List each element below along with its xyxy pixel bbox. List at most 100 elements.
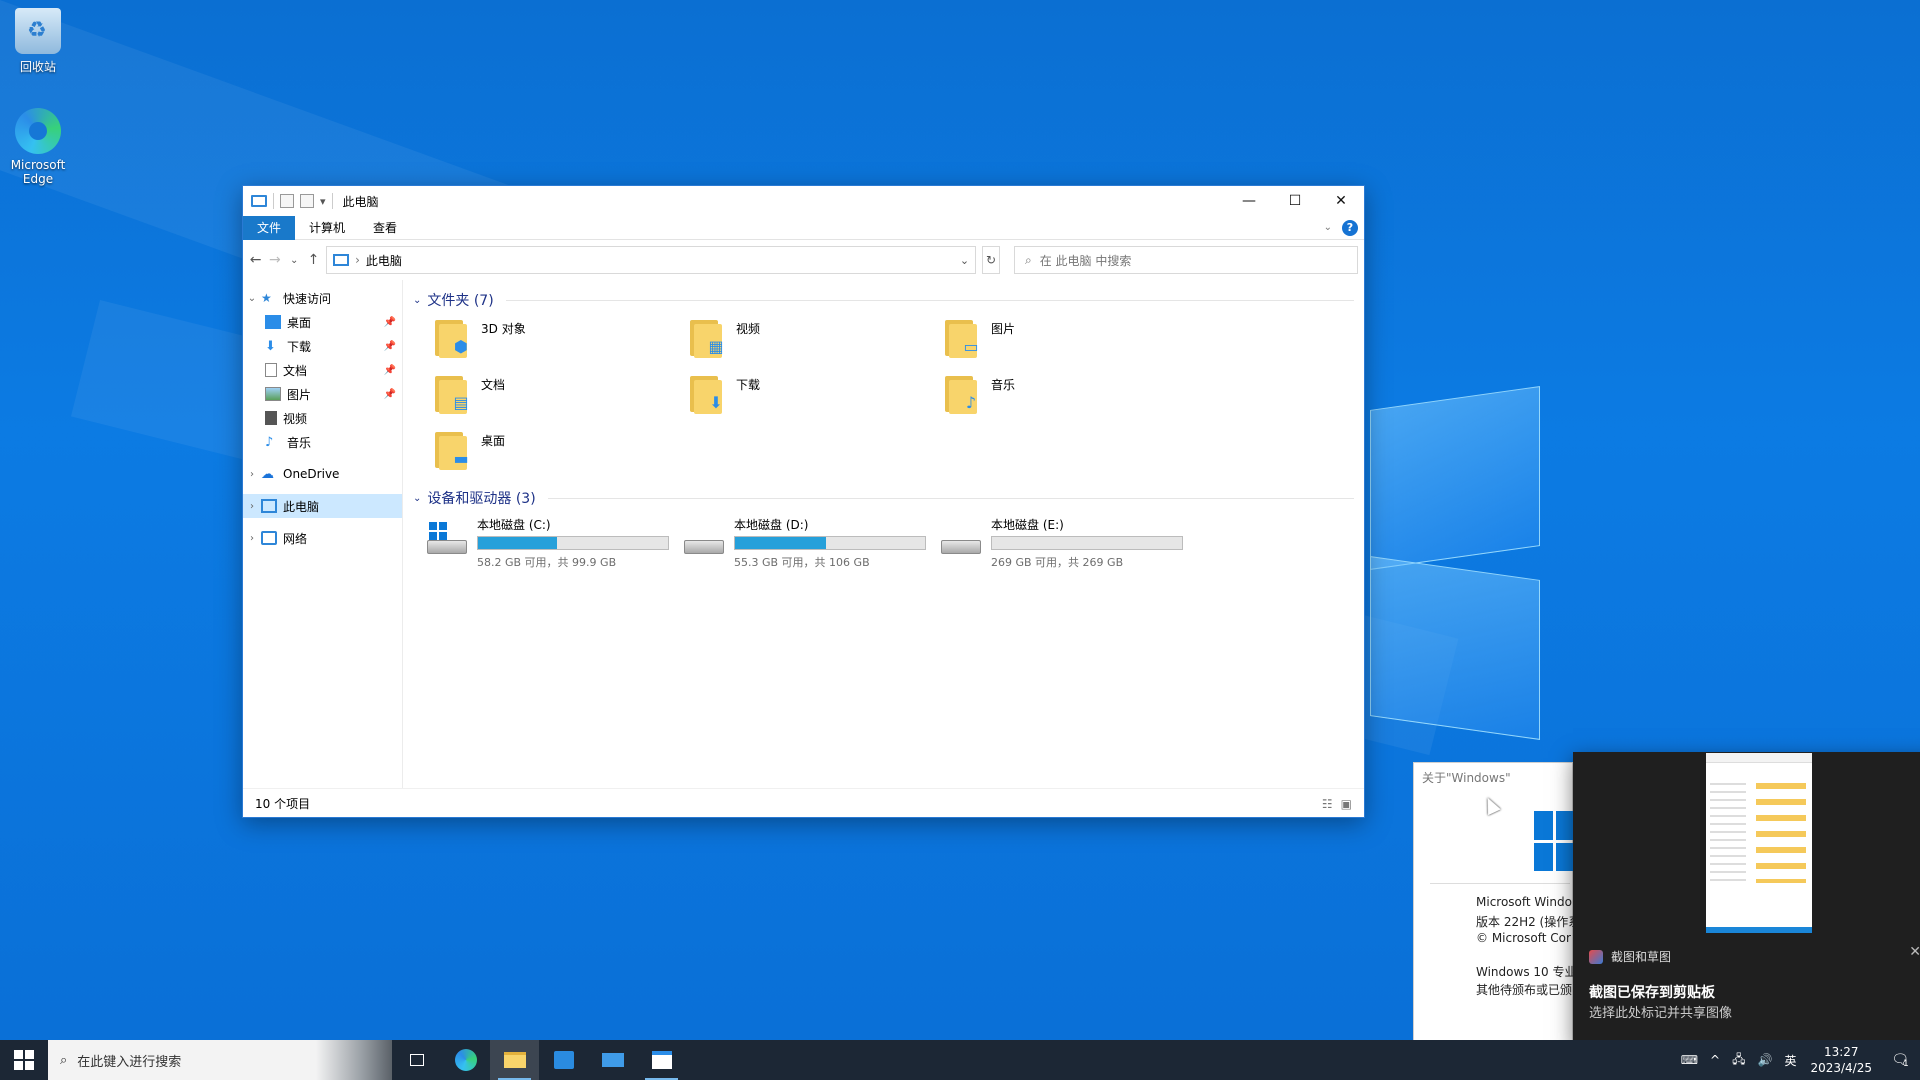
- drive-usage-bar: [477, 536, 669, 550]
- task-view-button[interactable]: [392, 1040, 441, 1080]
- chevron-down-icon[interactable]: ⌄: [413, 295, 421, 306]
- tab-computer[interactable]: 计算机: [295, 216, 359, 240]
- clock[interactable]: 13:27 2023/4/25: [1802, 1044, 1880, 1076]
- search-highlight-image: [316, 1040, 392, 1080]
- forward-arrow-icon[interactable]: →: [268, 252, 281, 268]
- folder-item[interactable]: ▤ 文档: [433, 372, 688, 422]
- document-icon: [265, 363, 277, 377]
- sidebar-item-videos[interactable]: 视频: [243, 406, 402, 430]
- breadcrumb[interactable]: 此电脑: [366, 252, 402, 269]
- up-arrow-icon[interactable]: ↑: [307, 252, 320, 268]
- search-icon: ⌕: [1024, 252, 1032, 267]
- expand-ribbon-icon[interactable]: ⌄: [1324, 222, 1332, 233]
- folder-name: 视频: [736, 322, 761, 336]
- help-icon[interactable]: ?: [1342, 219, 1358, 236]
- chevron-down-icon[interactable]: ⌄: [243, 293, 261, 304]
- sidebar-item-label: 桌面: [287, 315, 312, 330]
- recent-locations-icon[interactable]: ⌄: [288, 255, 301, 266]
- taskbar-mail-button[interactable]: [588, 1040, 637, 1080]
- sidebar-item-downloads[interactable]: ⬇ 下载 📌: [243, 334, 402, 358]
- about-version: 版本 22H2 (操作系: [1476, 915, 1581, 929]
- refresh-button[interactable]: ↻: [982, 246, 1000, 274]
- folder-icon: ♪: [943, 372, 983, 416]
- snip-notification-toast[interactable]: 截图和草图 ✕ 截图已保存到剪贴板 选择此处标记并共享图像: [1573, 752, 1920, 1046]
- tab-file[interactable]: 文件: [243, 215, 296, 240]
- taskbar-edge-button[interactable]: [441, 1040, 490, 1080]
- chevron-right-icon[interactable]: ›: [243, 469, 261, 480]
- folder-item[interactable]: ♪ 音乐: [943, 372, 1198, 422]
- file-explorer-window: ▾ 此电脑 — ☐ ✕ 文件 计算机 查看 ⌄ ? ← → ⌄ ↑ › 此电脑 …: [242, 185, 1365, 818]
- task-view-icon: [409, 1054, 424, 1066]
- properties-icon[interactable]: [280, 194, 294, 208]
- network-icon[interactable]: 🖧: [1726, 1050, 1751, 1071]
- drive-grid: 本地磁盘 (C:) 58.2 GB 可用，共 99.9 GB 本地磁盘 (D:) 55…: [413, 510, 1354, 572]
- folder-item[interactable]: ⬇ 下载: [688, 372, 943, 422]
- item-count: 10 个项目: [255, 797, 311, 811]
- details-view-icon[interactable]: ☷: [1322, 797, 1333, 811]
- folder-item[interactable]: ▦ 视频: [688, 316, 943, 366]
- folder-name: 文档: [481, 378, 506, 392]
- status-bar: 10 个项目 ☷ ▣: [243, 788, 1364, 818]
- sidebar-item-pictures[interactable]: 图片 📌: [243, 382, 402, 406]
- taskbar-search-box[interactable]: ⌕ 在此键入进行搜索: [48, 1040, 392, 1080]
- drive-item[interactable]: 本地磁盘 (C:) 58.2 GB 可用，共 99.9 GB: [425, 516, 682, 572]
- taskbar-store-button[interactable]: [539, 1040, 588, 1080]
- desktop-icon-edge[interactable]: Microsoft Edge: [0, 108, 76, 186]
- close-icon[interactable]: ✕: [1909, 944, 1920, 960]
- ribbon-tabs: 文件 计算机 查看 ⌄ ?: [243, 215, 1364, 240]
- large-icons-view-icon[interactable]: ▣: [1341, 797, 1352, 811]
- tab-view[interactable]: 查看: [359, 216, 411, 240]
- clock-date: 2023/4/25: [1810, 1061, 1872, 1075]
- customize-toolbar-icon[interactable]: ▾: [320, 195, 326, 208]
- keyboard-icon[interactable]: ⌨: [1675, 1053, 1704, 1067]
- chevron-right-icon[interactable]: ›: [243, 501, 261, 512]
- drive-item[interactable]: 本地磁盘 (D:) 55.3 GB 可用，共 106 GB: [682, 516, 939, 572]
- taskbar-about-button[interactable]: [637, 1040, 686, 1080]
- picture-icon: [265, 387, 281, 401]
- music-note-icon: ♪: [265, 435, 274, 450]
- taskbar-explorer-button[interactable]: [490, 1040, 539, 1080]
- close-button[interactable]: ✕: [1318, 186, 1364, 216]
- start-button[interactable]: [0, 1040, 48, 1080]
- search-input[interactable]: ⌕ 在 此电脑 中搜索: [1013, 246, 1358, 274]
- desktop-icon-label: 回收站: [19, 60, 56, 74]
- sidebar-item-onedrive[interactable]: › ☁ OneDrive: [243, 462, 402, 486]
- maximize-button[interactable]: ☐: [1272, 186, 1318, 216]
- folder-icon: ▭: [943, 316, 983, 360]
- action-center-button[interactable]: 🗨 1: [1880, 1051, 1920, 1069]
- drive-name: 本地磁盘 (D:): [734, 518, 809, 532]
- minimize-button[interactable]: —: [1226, 186, 1272, 216]
- network-icon: [261, 531, 277, 545]
- drive-item[interactable]: 本地磁盘 (E:) 269 GB 可用，共 269 GB: [939, 516, 1196, 572]
- sidebar-item-documents[interactable]: 文档 📌: [243, 358, 402, 382]
- chevron-down-icon[interactable]: ⌄: [960, 254, 969, 267]
- sidebar-item-music[interactable]: ♪ 音乐: [243, 430, 402, 454]
- folder-item[interactable]: ▬ 桌面: [433, 428, 688, 478]
- folder-icon: ▤: [433, 372, 473, 416]
- sidebar-item-network[interactable]: › 网络: [243, 526, 402, 550]
- chevron-up-icon[interactable]: ^: [1704, 1053, 1726, 1067]
- sidebar-item-quick-access[interactable]: ⌄ ★ 快速访问: [243, 286, 402, 310]
- sidebar-item-label: 文档: [283, 363, 308, 378]
- desktop-icon: ▬: [453, 448, 469, 468]
- desktop-icon-recycle-bin[interactable]: 回收站: [0, 8, 76, 75]
- screenshot-thumbnail[interactable]: [1706, 753, 1812, 933]
- store-icon: [553, 1051, 574, 1069]
- folder-item[interactable]: ⬢ 3D 对象: [433, 316, 688, 366]
- group-header-folders[interactable]: ⌄ 文件夹 (7): [413, 288, 1354, 312]
- chevron-right-icon[interactable]: ›: [243, 533, 261, 544]
- address-bar[interactable]: › 此电脑 ⌄: [326, 246, 977, 274]
- new-folder-icon[interactable]: [300, 194, 314, 208]
- back-arrow-icon[interactable]: ←: [249, 252, 262, 268]
- drive-name: 本地磁盘 (E:): [991, 518, 1064, 532]
- about-edition: Windows 10 专业: [1476, 965, 1577, 979]
- sidebar-item-label: 快速访问: [283, 291, 332, 306]
- sidebar-item-desktop[interactable]: 桌面 📌: [243, 310, 402, 334]
- drive-usage-bar: [734, 536, 926, 550]
- chevron-down-icon[interactable]: ⌄: [413, 493, 421, 504]
- input-method-indicator[interactable]: 英: [1778, 1052, 1802, 1069]
- group-header-drives[interactable]: ⌄ 设备和驱动器 (3): [413, 486, 1354, 510]
- volume-icon[interactable]: 🔊: [1752, 1053, 1779, 1067]
- folder-item[interactable]: ▭ 图片: [943, 316, 1198, 366]
- sidebar-item-this-pc[interactable]: › 此电脑: [243, 494, 402, 518]
